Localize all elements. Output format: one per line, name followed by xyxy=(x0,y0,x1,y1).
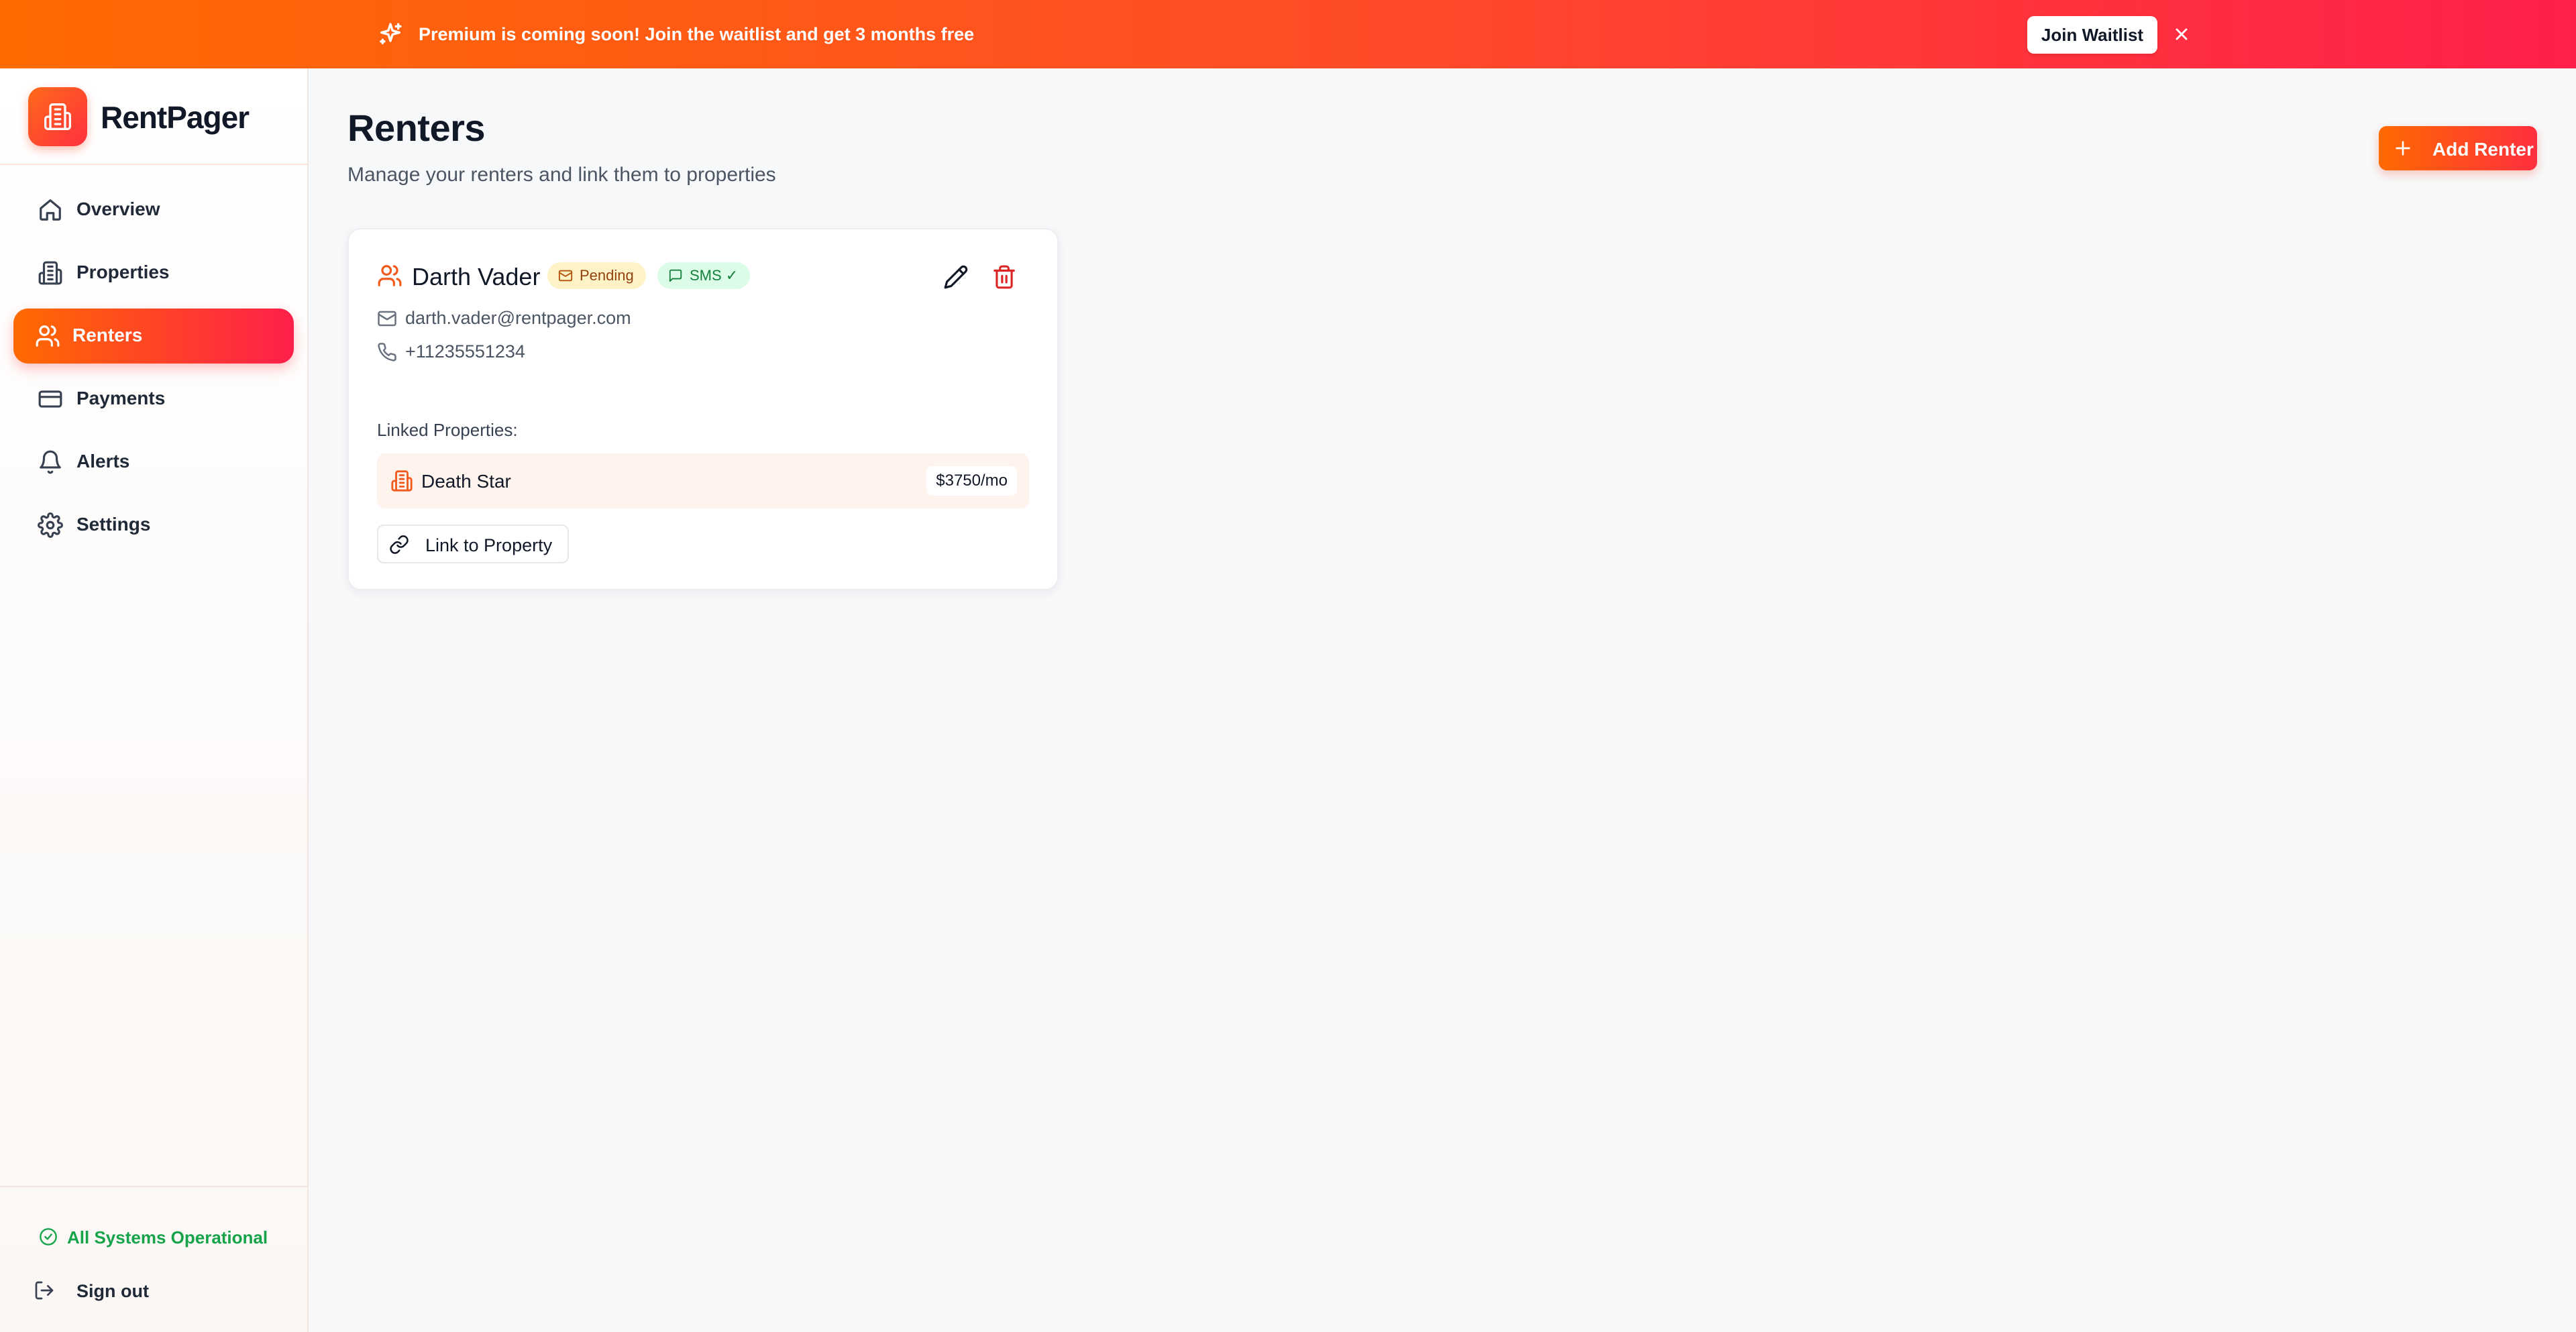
sidebar-footer: All Systems Operational Sign out xyxy=(0,1186,307,1332)
brand-logo xyxy=(28,87,87,146)
sidebar-item-label: Properties xyxy=(76,262,170,282)
banner-message: Premium is coming soon! Join the waitlis… xyxy=(419,24,856,44)
link-to-property-button[interactable]: Link to Property xyxy=(377,524,569,563)
sidebar-item-alerts[interactable]: Alerts xyxy=(13,435,294,490)
property-rent-badge: $3750/mo xyxy=(926,466,1017,496)
banner-text: Premium is coming soon! Join the waitlis… xyxy=(419,21,974,48)
edit-icon[interactable] xyxy=(943,264,969,290)
sign-out-icon xyxy=(35,1281,54,1300)
gear-icon xyxy=(38,512,63,538)
add-renter-button[interactable]: Add Renter xyxy=(2379,126,2537,170)
renter-name: Darth Vader xyxy=(412,263,541,290)
sidebar-item-overview[interactable]: Overview xyxy=(13,182,294,237)
sidebar-item-label: Overview xyxy=(76,199,160,219)
brand[interactable]: RentPager xyxy=(0,68,307,165)
sign-out-label: Sign out xyxy=(76,1281,149,1301)
home-icon xyxy=(40,199,61,221)
mail-icon xyxy=(558,270,573,282)
page-subtitle: Manage your renters and link them to pro… xyxy=(347,164,776,186)
sidebar-item-properties[interactable]: Properties xyxy=(13,245,294,300)
check-circle-icon xyxy=(40,1228,57,1245)
link-icon xyxy=(390,535,409,554)
renter-card: Darth Vader Pending SMS ✓ darth.vader@re… xyxy=(347,228,1059,590)
users-icon xyxy=(36,325,60,347)
promo-banner: Premium is coming soon! Join the waitlis… xyxy=(0,0,2576,68)
close-icon[interactable] xyxy=(2170,23,2193,46)
building-icon xyxy=(44,103,71,130)
phone-icon xyxy=(378,343,396,362)
sign-out-button[interactable]: Sign out xyxy=(34,1274,235,1308)
sms-status-badge: SMS ✓ xyxy=(657,262,751,289)
sidebar-item-label: Renters xyxy=(72,325,143,345)
trash-icon[interactable] xyxy=(991,264,1017,290)
linked-properties-label: Linked Properties: xyxy=(377,420,518,440)
sidebar-item-payments[interactable]: Payments xyxy=(13,372,294,427)
sidebar-item-label: Payments xyxy=(76,388,166,408)
plus-icon xyxy=(2396,141,2410,156)
sparkle-icon xyxy=(380,23,402,45)
building-icon xyxy=(391,470,413,492)
sidebar-item-label: Alerts xyxy=(76,451,130,471)
join-waitlist-button[interactable]: Join Waitlist xyxy=(2027,16,2157,54)
bell-icon xyxy=(40,450,61,474)
credit-card-icon xyxy=(38,390,62,408)
sidebar: RentPager Overview Properties Renters Pa… xyxy=(0,68,309,1332)
email-status-text: Pending xyxy=(580,267,634,284)
property-name: Death Star xyxy=(421,471,511,492)
add-renter-label: Add Renter xyxy=(2432,139,2534,160)
sms-status-text: SMS ✓ xyxy=(690,267,739,284)
users-icon xyxy=(378,265,402,286)
sidebar-item-label: Settings xyxy=(76,514,151,535)
sidebar-item-settings[interactable]: Settings xyxy=(13,498,294,553)
system-status-text: All Systems Operational xyxy=(67,1227,268,1247)
banner-highlight: 3 months free xyxy=(855,24,975,44)
renter-email: darth.vader@rentpager.com xyxy=(405,308,631,328)
mail-icon xyxy=(378,311,396,327)
renter-phone: +11235551234 xyxy=(405,341,525,362)
linked-property-row[interactable]: Death Star $3750/mo xyxy=(377,453,1029,508)
link-to-property-label: Link to Property xyxy=(425,535,553,555)
email-status-badge: Pending xyxy=(547,262,646,289)
page-title: Renters xyxy=(347,107,486,149)
brand-name: RentPager xyxy=(101,100,250,135)
building-icon xyxy=(38,261,62,285)
sidebar-item-renters[interactable]: Renters xyxy=(13,309,294,364)
message-icon xyxy=(669,269,682,282)
